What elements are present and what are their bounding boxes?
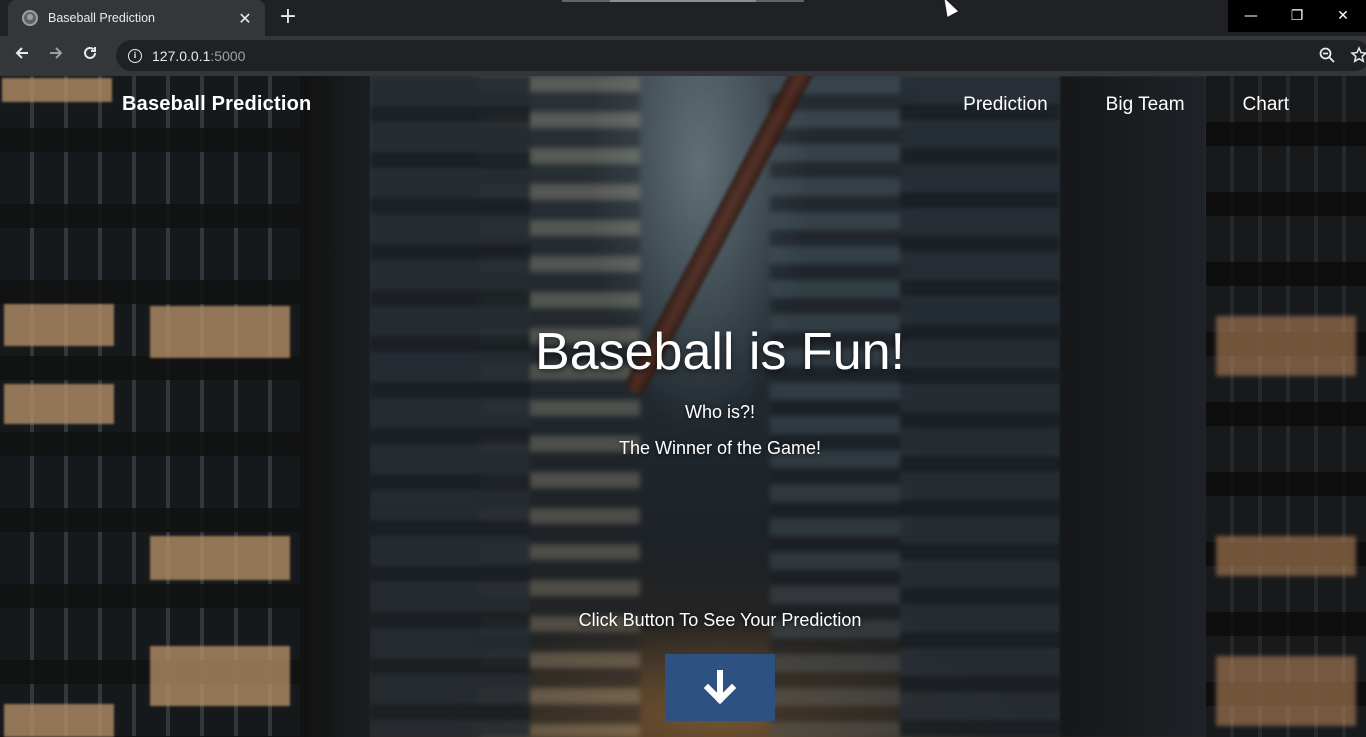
restore-button[interactable]: ❐ [1274, 0, 1320, 32]
reload-button[interactable] [78, 44, 102, 68]
mouse-cursor-icon [939, 0, 959, 17]
browser-tab-bar: Baseball Prediction ✕ + — ❐ ✕ [0, 0, 1366, 36]
forward-button[interactable] [44, 44, 68, 68]
site-brand[interactable]: Baseball Prediction [122, 93, 311, 116]
window-drag-strip [562, 0, 804, 2]
arrow-down-icon [703, 669, 737, 704]
cta-text: Click Button To See Your Prediction [578, 610, 862, 630]
prediction-scroll-button[interactable] [665, 654, 775, 721]
back-button[interactable] [10, 44, 34, 68]
star-icon[interactable] [1350, 46, 1366, 64]
nav-chart[interactable]: Chart [1243, 94, 1289, 116]
browser-toolbar: i 127.0.0.1:5000 [0, 36, 1366, 76]
site-nav: Prediction Big Team Chart [963, 94, 1289, 116]
address-bar-actions [1318, 46, 1366, 64]
minimize-button[interactable]: — [1228, 0, 1274, 32]
globe-icon [22, 10, 38, 26]
new-tab-button[interactable]: + [276, 6, 300, 30]
browser-tab[interactable]: Baseball Prediction ✕ [8, 0, 265, 36]
hero-subtitle-2: The Winner of the Game! [618, 438, 822, 458]
hero-title: Baseball is Fun! [535, 323, 905, 381]
tab-close-icon[interactable]: ✕ [235, 9, 255, 28]
hero-subtitle-1: Who is?! [684, 402, 756, 422]
reload-icon [84, 46, 96, 59]
info-icon[interactable]: i [128, 48, 142, 63]
url-host: 127.0.0.1 [152, 47, 211, 64]
nav-prediction[interactable]: Prediction [963, 94, 1048, 116]
url-port: :5000 [210, 47, 246, 64]
tab-title: Baseball Prediction [48, 11, 156, 25]
address-bar[interactable]: i 127.0.0.1:5000 [116, 40, 1366, 71]
back-arrow-icon [15, 47, 28, 59]
zoom-icon[interactable] [1318, 46, 1336, 64]
page-viewport: Baseball Prediction Prediction Big Team … [0, 76, 1366, 737]
forward-arrow-icon [50, 47, 63, 59]
nav-big-team[interactable]: Big Team [1106, 94, 1185, 116]
window-controls: — ❐ ✕ [1228, 0, 1366, 32]
close-window-button[interactable]: ✕ [1320, 0, 1366, 32]
